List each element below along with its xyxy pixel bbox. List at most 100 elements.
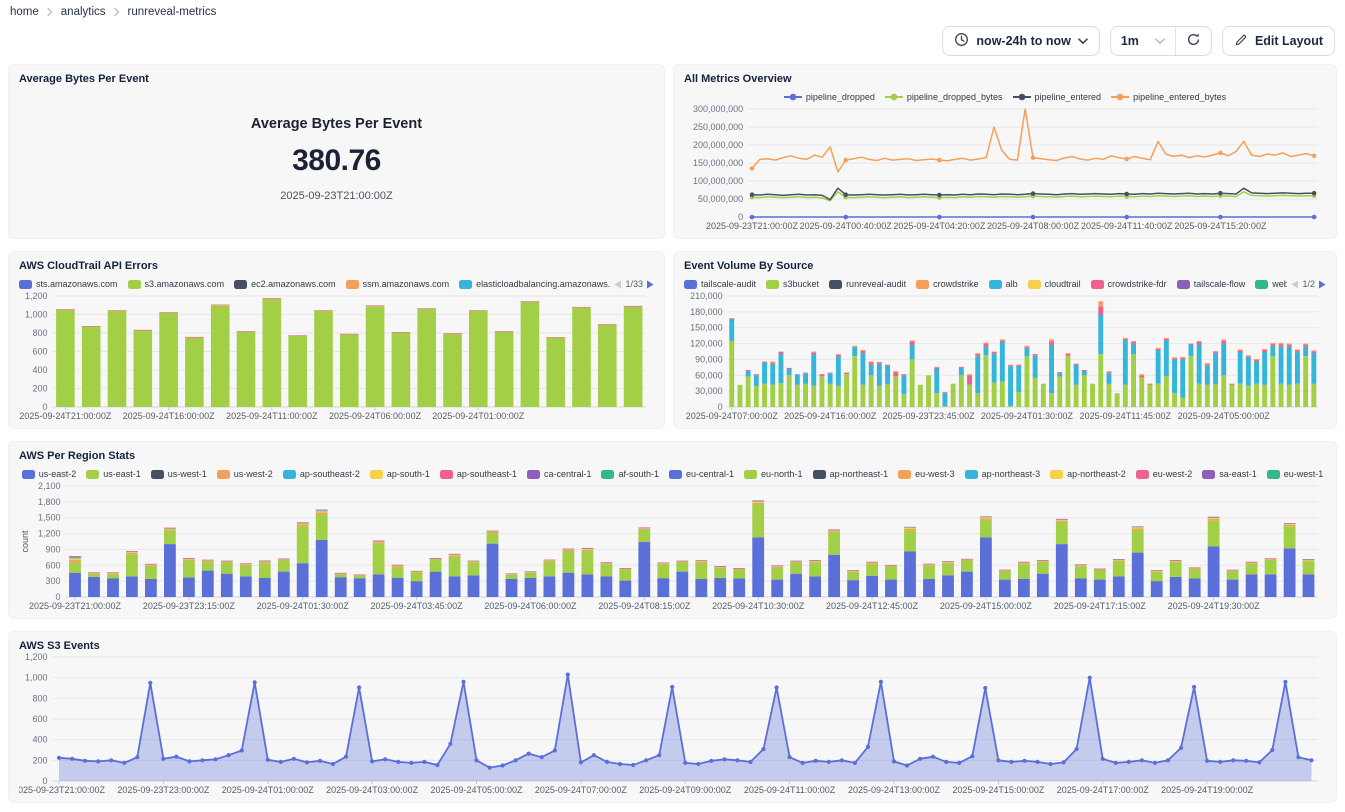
legend-item[interactable]: ec2.amazonaws.com [234, 279, 336, 289]
legend-prev-icon[interactable] [1291, 280, 1298, 289]
legend-item[interactable]: sa-east-1 [1202, 469, 1257, 479]
aws-per-region-stats-chart[interactable]: 03006009001,2001,5001,8002,100count2025-… [19, 481, 1326, 612]
breadcrumb-home[interactable]: home [10, 6, 39, 18]
legend-item[interactable]: ap-southeast-1 [440, 469, 517, 479]
breadcrumb-current-page[interactable]: runreveal-metrics [128, 6, 217, 18]
legend-label: crowdstrike-fdr [1108, 279, 1167, 289]
svg-text:2025-09-24T06:00:00Z: 2025-09-24T06:00:00Z [329, 411, 422, 421]
svg-text:2025-09-24T03:45:00Z: 2025-09-24T03:45:00Z [371, 601, 464, 611]
legend-item[interactable]: us-east-2 [22, 469, 77, 479]
legend-item[interactable]: sts.amazonaws.com [19, 279, 118, 289]
legend-item[interactable]: ap-southeast-2 [283, 469, 360, 479]
svg-text:2025-09-24T16:00:00Z: 2025-09-24T16:00:00Z [123, 411, 216, 421]
svg-text:1,200: 1,200 [25, 652, 48, 662]
aws-s3-events-chart[interactable]: 02004006008001,0001,2002025-09-23T21:00:… [19, 652, 1326, 796]
legend-item[interactable]: cloudtrail [1028, 279, 1081, 289]
legend-item[interactable]: us-west-2 [217, 469, 273, 479]
legend-label: af-south-1 [618, 469, 659, 479]
legend-item[interactable]: crowdstrike [916, 279, 979, 289]
svg-text:2025-09-23T23:45:00Z: 2025-09-23T23:45:00Z [883, 411, 976, 421]
panel-aws-per-region-stats: AWS Per Region Stats us-east-2us-east-1u… [8, 441, 1337, 619]
legend-item[interactable]: pipeline_entered [1013, 92, 1102, 102]
svg-text:2025-09-24T07:00:00Z: 2025-09-24T07:00:00Z [686, 411, 779, 421]
svg-text:2025-09-24T09:00:00Z: 2025-09-24T09:00:00Z [639, 785, 732, 795]
legend-item[interactable]: elasticloadbalancing.amazonaws.com [459, 279, 610, 289]
svg-text:2025-09-24T08:15:00Z: 2025-09-24T08:15:00Z [598, 601, 691, 611]
legend-label: sts.amazonaws.com [36, 279, 118, 289]
svg-text:2025-09-24T06:00:00Z: 2025-09-24T06:00:00Z [484, 601, 577, 611]
all-metrics-overview-chart[interactable]: 050,000,000100,000,000150,000,000200,000… [684, 104, 1326, 232]
svg-text:250,000,000: 250,000,000 [693, 122, 743, 132]
panel-title: All Metrics Overview [684, 73, 1326, 85]
legend-prev-icon[interactable] [614, 280, 621, 289]
panel-title: Average Bytes Per Event [19, 73, 654, 85]
legend-item[interactable]: eu-west-3 [898, 469, 955, 479]
legend-label: tailscale-flow [1194, 279, 1246, 289]
event-volume-by-source-chart[interactable]: 030,00060,00090,000120,000150,000180,000… [684, 291, 1326, 422]
svg-text:400: 400 [32, 735, 47, 745]
svg-text:210,000: 210,000 [690, 291, 723, 301]
legend-item[interactable]: crowdstrike-fdr [1091, 279, 1167, 289]
svg-text:2025-09-24T19:00:00Z: 2025-09-24T19:00:00Z [1161, 785, 1254, 795]
legend-item[interactable]: ssm.amazonaws.com [346, 279, 450, 289]
legend-item[interactable]: eu-west-1 [1267, 469, 1324, 479]
legend-next-icon[interactable] [1319, 280, 1326, 289]
panel-title: AWS S3 Events [19, 640, 1326, 652]
svg-text:2025-09-24T11:00:00Z: 2025-09-24T11:00:00Z [744, 785, 836, 795]
svg-text:600: 600 [32, 347, 47, 357]
time-range-button[interactable]: now-24h to now [942, 26, 1099, 56]
legend-item[interactable]: alb [989, 279, 1018, 289]
legend-next-icon[interactable] [647, 280, 654, 289]
legend-label: us-west-2 [234, 469, 273, 479]
svg-text:2025-09-24T05:00:00Z: 2025-09-24T05:00:00Z [1178, 411, 1271, 421]
legend-item[interactable]: tailscale-flow [1177, 279, 1246, 289]
svg-text:1,200: 1,200 [25, 291, 48, 301]
legend-page-indicator: 1/2 [1302, 279, 1315, 289]
panel-all-metrics-overview: All Metrics Overview pipeline_droppedpip… [673, 64, 1337, 239]
legend-item[interactable]: us-east-1 [86, 469, 141, 479]
legend-item[interactable]: runreveal-audit [829, 279, 906, 289]
legend-item[interactable]: eu-central-1 [669, 469, 734, 479]
panel-aws-cloudtrail-api-errors: AWS CloudTrail API Errors sts.amazonaws.… [8, 251, 665, 429]
legend-label: s3.amazonaws.com [145, 279, 225, 289]
legend-item[interactable]: us-west-1 [151, 469, 207, 479]
legend-item[interactable]: ap-south-1 [370, 469, 430, 479]
legend-item[interactable]: tailscale-audit [684, 279, 756, 289]
legend-item[interactable]: ap-northeast-1 [813, 469, 889, 479]
legend-label: ec2.amazonaws.com [251, 279, 336, 289]
legend-label: pipeline_dropped_bytes [907, 92, 1003, 102]
svg-text:600: 600 [45, 560, 60, 570]
legend-item[interactable]: pipeline_dropped_bytes [885, 92, 1003, 102]
legend-label: elasticloadbalancing.amazonaws.com [476, 279, 610, 289]
legend-label: us-east-1 [103, 469, 141, 479]
legend-label: eu-west-1 [1284, 469, 1324, 479]
legend-item[interactable]: s3.amazonaws.com [128, 279, 225, 289]
edit-layout-button[interactable]: Edit Layout [1222, 26, 1335, 56]
legend-item[interactable]: ca-central-1 [527, 469, 592, 479]
legend-item[interactable]: af-south-1 [601, 469, 659, 479]
legend-items: us-east-2 us-east-1 us-west-1 us-west-2 ap-s… [19, 469, 1326, 479]
aws-cloudtrail-api-errors-chart[interactable]: 02004006008001,0001,2002025-09-24T21:00:… [19, 291, 654, 422]
svg-text:200,000,000: 200,000,000 [693, 140, 743, 150]
breadcrumb-analytics[interactable]: analytics [61, 6, 106, 18]
legend-item[interactable]: s3bucket [766, 279, 819, 289]
refresh-button[interactable] [1176, 27, 1211, 55]
legend-label: pipeline_dropped [806, 92, 875, 102]
chart-legend: pipeline_dropped pipeline_dropped_bytes pi… [684, 90, 1326, 104]
legend-item[interactable]: eu-west-2 [1136, 469, 1193, 479]
legend-item[interactable]: ap-northeast-2 [1050, 469, 1126, 479]
svg-text:1,800: 1,800 [38, 497, 61, 507]
legend-item[interactable]: pipeline_dropped [784, 92, 875, 102]
svg-text:300,000,000: 300,000,000 [693, 104, 743, 114]
chevron-down-icon [1155, 34, 1165, 48]
legend-item[interactable]: ap-northeast-3 [965, 469, 1041, 479]
toolbar: now-24h to now 1m Edit Layout [0, 20, 1345, 64]
legend-item[interactable]: pipeline_entered_bytes [1111, 92, 1226, 102]
svg-text:2025-09-23T23:15:00Z: 2025-09-23T23:15:00Z [143, 601, 236, 611]
legend-items: pipeline_dropped pipeline_dropped_bytes pi… [684, 92, 1326, 102]
legend-label: ap-south-1 [387, 469, 430, 479]
legend-item[interactable]: eu-north-1 [744, 469, 803, 479]
interval-select[interactable]: 1m [1111, 27, 1175, 55]
legend-item[interactable]: webhook [1255, 279, 1287, 289]
legend-pager: 1/33 [610, 279, 654, 289]
